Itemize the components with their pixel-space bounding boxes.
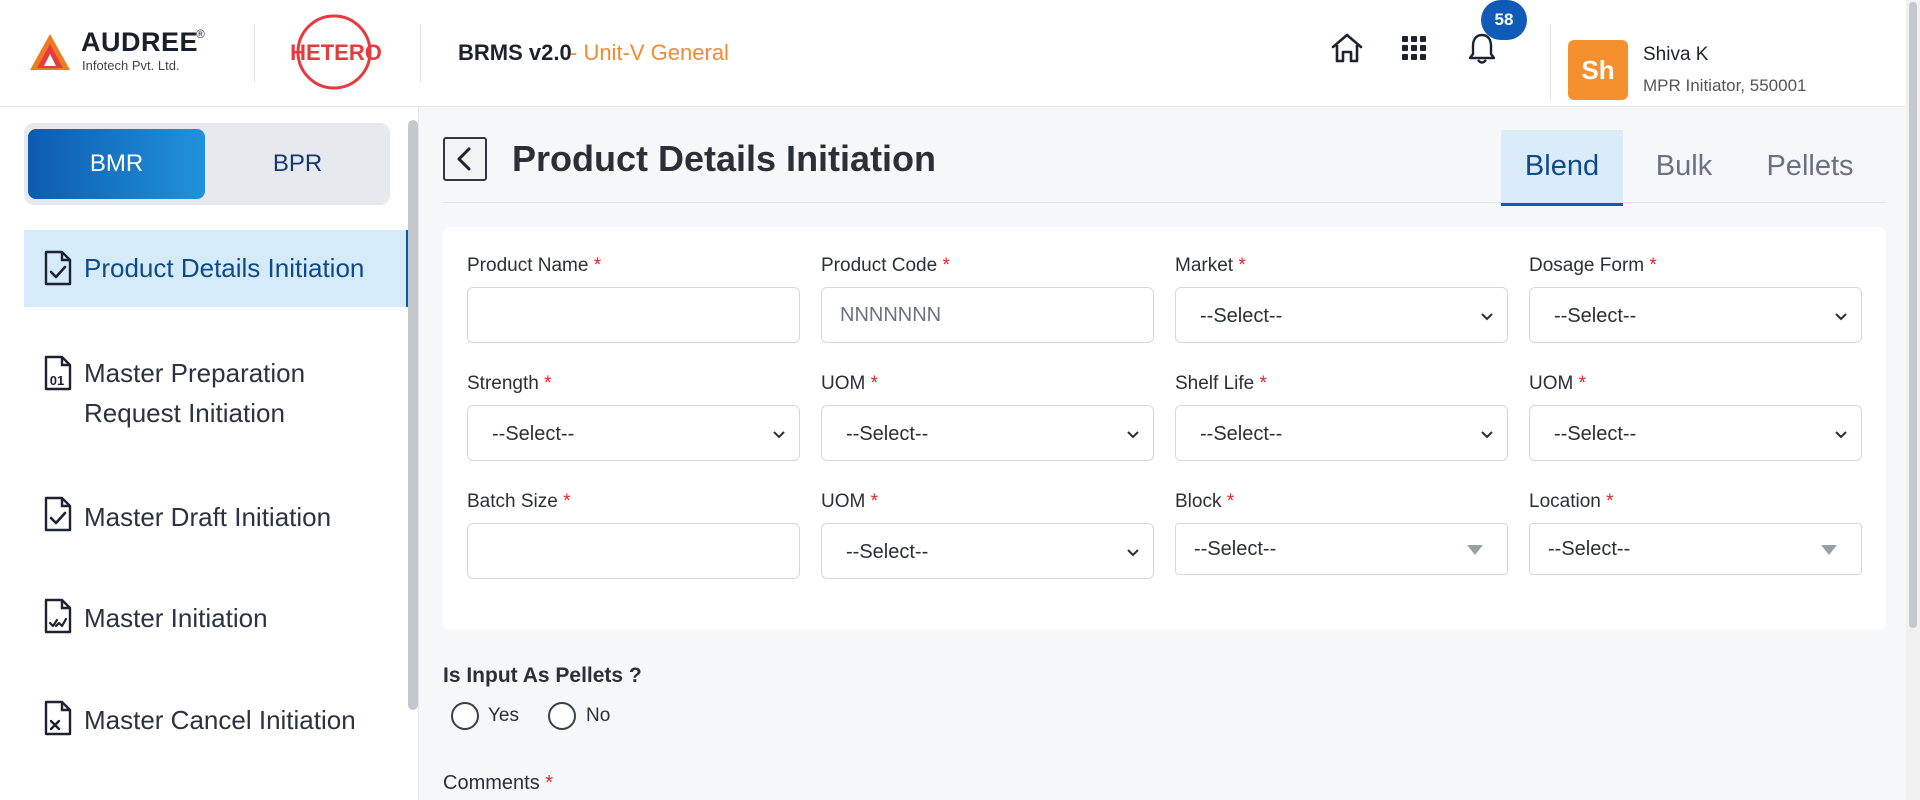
tab-bulk[interactable]: Bulk: [1623, 130, 1745, 202]
toggle-bmr-button[interactable]: BMR: [28, 129, 205, 199]
strength-select-value: --Select--: [492, 423, 575, 445]
header-divider: [254, 24, 255, 82]
file-check-icon: [44, 250, 72, 286]
toggle-bpr-button[interactable]: BPR: [209, 129, 386, 199]
page-scrollbar[interactable]: [1906, 0, 1920, 800]
header-divider: [420, 24, 421, 82]
chevron-down-icon: [1481, 313, 1493, 321]
product-name-input[interactable]: [467, 287, 800, 343]
pellets-yes-radio[interactable]: [451, 702, 479, 730]
sidebar-item-master-preparation-request-initiation[interactable]: 01 Master Preparation Request Initiation: [24, 337, 406, 447]
sidebar-item-master-cancel-initiation[interactable]: Master Cancel Initiation: [24, 690, 406, 750]
chevron-down-icon: [1835, 431, 1847, 439]
comments-label: Comments *: [443, 772, 554, 794]
brand-subtitle: Infotech Pvt. Ltd.: [82, 58, 180, 73]
bmr-bpr-toggle: BMR BPR: [24, 123, 390, 205]
location-label: Location *: [1529, 491, 1614, 512]
brand-name: AUDREE: [81, 27, 199, 57]
chevron-down-icon: [1127, 431, 1139, 439]
batch-uom-select-value: --Select--: [846, 541, 929, 563]
sidebar-item-label: Master Initiation: [84, 603, 268, 633]
sidebar: BMR BPR Product Details Initiation 01 Ma…: [0, 107, 419, 800]
sidebar-item-master-draft-initiation[interactable]: Master Draft Initiation: [24, 487, 406, 547]
sidebar-item-product-details-initiation[interactable]: Product Details Initiation: [24, 230, 412, 307]
sidebar-scrollbar[interactable]: [408, 120, 418, 710]
user-name: Shiva K: [1643, 44, 1709, 65]
audree-logo-icon: [30, 34, 70, 70]
chevron-down-icon: [1127, 549, 1139, 557]
sidebar-item-master-initiation[interactable]: Master Initiation: [24, 588, 406, 648]
dosage-form-select[interactable]: --Select--: [1529, 287, 1862, 343]
shelf-life-select-value: --Select--: [1200, 423, 1283, 445]
product-name-label: Product Name *: [467, 255, 602, 276]
caret-down-icon: [1467, 545, 1483, 555]
shelf-life-uom-label: UOM *: [1529, 373, 1587, 394]
sidebar-item-label: Master Preparation: [84, 358, 306, 388]
sidebar-scrollbar-thumb[interactable]: [408, 120, 418, 710]
page-scrollbar-thumb[interactable]: [1909, 2, 1917, 628]
batch-size-label: Batch Size *: [467, 491, 571, 512]
chevron-down-icon: [1835, 313, 1847, 321]
block-label: Block *: [1175, 491, 1235, 512]
market-select-value: --Select--: [1200, 305, 1283, 327]
strength-uom-select[interactable]: --Select--: [821, 405, 1154, 461]
batch-uom-select[interactable]: --Select--: [821, 523, 1154, 579]
location-select[interactable]: --Select--: [1529, 523, 1862, 575]
shelf-life-select[interactable]: --Select--: [1175, 405, 1508, 461]
file-binary-icon: 01: [44, 355, 72, 391]
home-icon[interactable]: [1329, 30, 1365, 66]
avatar[interactable]: Sh: [1568, 40, 1628, 100]
chevron-down-icon: [773, 431, 785, 439]
apps-grid-icon[interactable]: [1396, 30, 1432, 66]
strength-select[interactable]: --Select--: [467, 405, 800, 461]
dosage-form-select-value: --Select--: [1554, 305, 1637, 327]
file-cancel-icon: [44, 700, 72, 736]
product-code-label: Product Code *: [821, 255, 950, 276]
pellets-no-label[interactable]: No: [586, 705, 610, 727]
app-title: BRMS v2.0: [458, 40, 572, 65]
strength-label: Strength *: [467, 373, 552, 394]
market-label: Market *: [1175, 255, 1246, 276]
user-role: MPR Initiator, 550001: [1643, 76, 1807, 95]
page-title: Product Details Initiation: [512, 138, 937, 179]
shelf-life-uom-select-value: --Select--: [1554, 423, 1637, 445]
back-button[interactable]: [443, 137, 487, 181]
app-unit-label: - Unit-V General: [570, 40, 729, 65]
top-header: AUDREE ® Infotech Pvt. Ltd. HETERO BRMS …: [0, 0, 1920, 107]
tab-pellets[interactable]: Pellets: [1745, 130, 1875, 202]
sidebar-item-label: Master Cancel Initiation: [84, 705, 356, 735]
sidebar-item-label: Master Draft Initiation: [84, 502, 332, 532]
block-select-value: --Select--: [1194, 538, 1277, 560]
product-code-input[interactable]: [821, 287, 1154, 343]
batch-uom-label: UOM *: [821, 491, 879, 512]
brand-registered-mark: ®: [196, 27, 205, 41]
tab-blend[interactable]: Blend: [1501, 130, 1623, 206]
batch-size-input[interactable]: [467, 523, 800, 579]
tabs-divider: [443, 202, 1886, 203]
pellets-question-label: Is Input As Pellets ?: [443, 664, 642, 687]
header-divider: [1550, 24, 1551, 100]
dosage-form-label: Dosage Form *: [1529, 255, 1657, 276]
strength-uom-select-value: --Select--: [846, 423, 929, 445]
hetero-logo: HETERO: [290, 14, 382, 90]
caret-down-icon: [1821, 545, 1837, 555]
location-select-value: --Select--: [1548, 538, 1631, 560]
chevron-left-icon: [457, 147, 471, 171]
chevron-down-icon: [1481, 431, 1493, 439]
sidebar-item-label: Product Details Initiation: [84, 253, 365, 283]
notification-badge[interactable]: 58: [1481, 0, 1527, 40]
shelf-life-uom-select[interactable]: --Select--: [1529, 405, 1862, 461]
shelf-life-label: Shelf Life *: [1175, 373, 1267, 394]
block-select[interactable]: --Select--: [1175, 523, 1508, 575]
svg-text:01: 01: [50, 373, 64, 388]
file-signature-icon: [44, 598, 72, 634]
strength-uom-label: UOM *: [821, 373, 879, 394]
market-select[interactable]: --Select--: [1175, 287, 1508, 343]
pellets-yes-label[interactable]: Yes: [488, 705, 519, 727]
pellets-no-radio[interactable]: [548, 702, 576, 730]
product-form-card: Product Name * Product Code * Market * -…: [443, 227, 1886, 630]
file-check-icon: [44, 496, 72, 532]
svg-text:HETERO: HETERO: [290, 40, 382, 65]
sidebar-item-label-line2: Request Initiation: [84, 398, 285, 428]
